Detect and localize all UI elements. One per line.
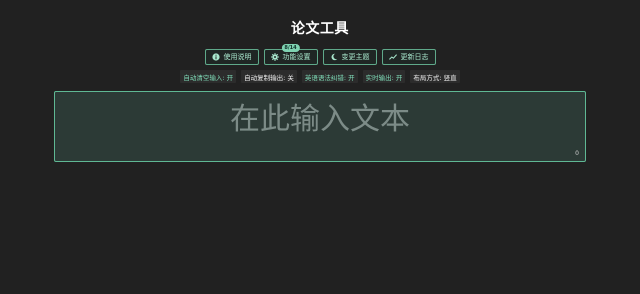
status-bar: 自动清空输入: 开 自动复制输出: 关 英语语法纠错: 开 实时输出: 开 布局… (0, 70, 640, 83)
status-auto-copy-output[interactable]: 自动复制输出: 关 (241, 70, 297, 83)
toolbar: 使用说明 8/14 功能设置 变更主题 更新日志 (0, 44, 640, 65)
app-root: 论文工具 使用说明 8/14 功能设置 变更主题 更新日志 自动清空输入: 开 … (0, 0, 640, 294)
usage-guide-button[interactable]: 使用说明 (204, 49, 259, 65)
input-placeholder: 在此输入文本 (230, 102, 410, 137)
text-input-area[interactable]: 在此输入文本 0 (54, 91, 586, 162)
change-theme-label: 变更主题 (341, 53, 370, 61)
info-icon (211, 53, 220, 61)
change-theme-button[interactable]: 变更主题 (322, 49, 377, 65)
settings-count-badge: 8/14 (281, 44, 300, 52)
changelog-button[interactable]: 更新日志 (381, 49, 436, 65)
gear-icon (270, 53, 279, 61)
status-realtime-output[interactable]: 实时输出: 开 (362, 70, 406, 83)
trend-line-icon (388, 53, 397, 61)
status-auto-clear-input[interactable]: 自动清空输入: 开 (180, 70, 237, 83)
feature-settings-label: 功能设置 (282, 53, 311, 61)
moon-icon (330, 53, 338, 61)
usage-guide-label: 使用说明 (223, 53, 252, 61)
char-counter: 0 (575, 150, 579, 157)
app-title: 论文工具 (291, 21, 349, 37)
changelog-label: 更新日志 (400, 53, 429, 61)
status-grammar-correction[interactable]: 英语语法纠错: 开 (301, 70, 358, 83)
feature-settings-button[interactable]: 8/14 功能设置 (263, 44, 318, 65)
status-layout-mode[interactable]: 布局方式: 竖直 (410, 70, 460, 83)
